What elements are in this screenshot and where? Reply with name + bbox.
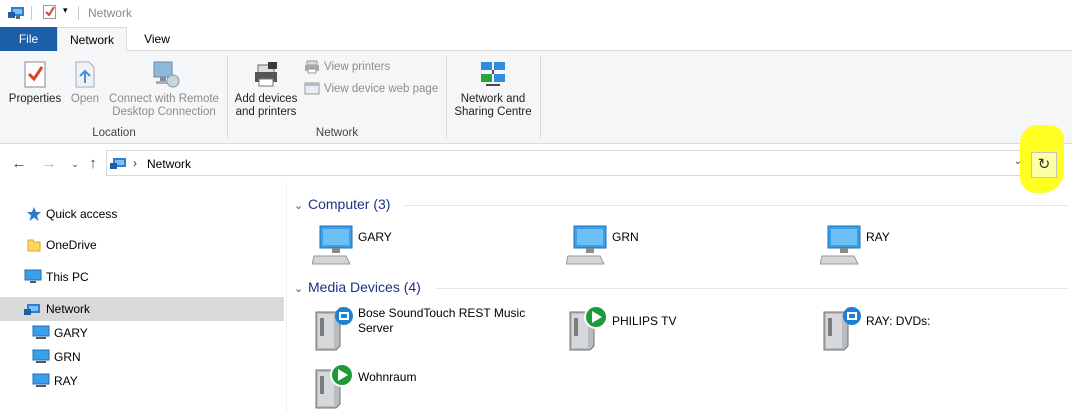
ribbon-tabs: File Network View <box>0 27 1072 52</box>
group-separator <box>540 55 541 139</box>
sharing-label-2: Sharing Centre <box>454 106 532 118</box>
nav-quick-access[interactable]: Quick access <box>0 202 284 226</box>
network-sharing-icon <box>481 62 505 86</box>
tab-view[interactable]: View <box>131 27 183 51</box>
remote-desktop-icon <box>153 61 180 88</box>
computer-icon <box>312 225 353 265</box>
properties-icon <box>24 61 46 88</box>
title-bar: ▾ Network <box>0 0 1072 26</box>
network-group-label: Network <box>315 127 359 139</box>
computer-icon <box>820 225 861 265</box>
navigation-pane: Quick access OneDrive This PC Network GA… <box>0 190 286 413</box>
remote-desktop-button[interactable]: Connect with Remote Desktop Connection <box>106 59 222 119</box>
address-row: ← → ⌄ ↑ › Network ⌄ <box>0 145 1072 183</box>
media-renderer-play-icon <box>315 363 354 409</box>
recent-locations-chevron-icon[interactable]: ⌄ <box>66 155 84 173</box>
network-window-icon[interactable] <box>8 4 26 23</box>
breadcrumb-network[interactable]: Network <box>147 157 191 171</box>
printer-icon <box>255 62 277 87</box>
network-sharing-centre-button[interactable]: Network and Sharing Centre <box>452 59 534 119</box>
media-group-title: Media Devices (4) <box>308 279 421 295</box>
add-devices-button[interactable]: Add devices and printers <box>232 59 300 119</box>
view-device-web-page-button[interactable]: View device web page <box>304 80 438 98</box>
folder-icon <box>27 239 41 252</box>
computer-group-header[interactable]: ⌄ Computer (3) <box>294 196 390 214</box>
media-item-label: Wohnraum <box>358 370 417 384</box>
computer-item-label: GRN <box>612 230 639 244</box>
sharing-label-1: Network and <box>460 93 526 105</box>
open-icon <box>75 61 95 88</box>
group-separator <box>227 55 228 139</box>
collapse-chevron-icon: ⌄ <box>294 283 304 295</box>
ribbon: Properties Open Connect with Remote Desk… <box>0 51 1072 144</box>
star-icon <box>27 207 41 221</box>
media-group-header[interactable]: ⌄ Media Devices (4) <box>294 279 421 297</box>
nav-this-pc-label: This PC <box>46 270 89 284</box>
tab-file[interactable]: File <box>0 27 57 51</box>
media-server-film-icon <box>823 306 861 351</box>
computer-icon <box>24 269 42 283</box>
group-divider <box>436 288 1068 289</box>
back-arrow-icon[interactable]: ← <box>10 155 28 173</box>
properties-button[interactable]: Properties <box>6 59 64 106</box>
collapse-chevron-icon: ⌄ <box>294 200 304 212</box>
refresh-icon: ↻ <box>1037 156 1051 173</box>
nav-network[interactable]: Network <box>0 297 284 321</box>
nav-quick-access-label: Quick access <box>46 207 118 221</box>
location-group-label: Location <box>92 127 136 139</box>
computer-icon <box>32 373 50 387</box>
properties-quick-icon[interactable] <box>42 4 58 23</box>
view-printers-button[interactable]: View printers <box>304 58 390 76</box>
nav-onedrive-label: OneDrive <box>46 238 97 252</box>
computer-item-label: RAY <box>866 230 890 244</box>
breadcrumb-separator: › <box>133 156 137 170</box>
customize-dropdown-icon[interactable]: ▾ <box>63 5 68 16</box>
nav-child-gary[interactable]: GARY <box>0 321 284 345</box>
properties-label: Properties <box>8 93 62 105</box>
nav-child-label: GRN <box>54 350 81 364</box>
nav-this-pc[interactable]: This PC <box>0 265 284 289</box>
add-devices-label-2: and printers <box>235 106 297 118</box>
media-renderer-play-icon <box>569 305 608 351</box>
tab-network[interactable]: Network <box>57 27 127 52</box>
remote-desktop-label-2: Desktop Connection <box>112 106 216 118</box>
open-button[interactable]: Open <box>66 59 104 106</box>
media-item-label: PHILIPS TV <box>612 314 677 328</box>
network-icon <box>24 304 40 315</box>
printer-small-icon <box>305 60 319 74</box>
media-server-film-icon <box>315 306 353 351</box>
nav-child-label: GARY <box>54 326 88 340</box>
remote-desktop-label-1: Connect with Remote <box>109 93 219 105</box>
media-item-label: RAY: DVDs: <box>866 314 931 328</box>
forward-arrow-icon[interactable]: → <box>40 155 58 173</box>
nav-child-label: RAY <box>54 374 78 388</box>
computer-item-label: GARY <box>358 230 392 244</box>
pane-divider <box>286 183 287 413</box>
address-bar[interactable]: › Network ⌄ <box>106 150 1027 176</box>
computer-icon <box>32 349 50 363</box>
separator <box>31 6 32 20</box>
view-printers-label: View printers <box>324 61 391 73</box>
web-page-icon <box>304 82 320 95</box>
nav-network-label: Network <box>46 302 91 316</box>
computer-icon <box>566 225 607 265</box>
media-item-label: Bose SoundTouch REST Music Server <box>358 306 526 335</box>
network-address-icon <box>110 158 126 169</box>
add-devices-label-1: Add devices <box>234 93 298 105</box>
open-label: Open <box>70 93 100 105</box>
computer-group-title: Computer (3) <box>308 196 391 212</box>
separator <box>78 6 79 20</box>
window-title: Network <box>88 6 133 20</box>
view-device-web-label: View device web page <box>324 83 439 95</box>
computer-icon <box>32 325 50 339</box>
group-divider <box>404 205 1068 206</box>
group-separator <box>446 55 447 139</box>
up-arrow-icon[interactable]: ↑ <box>84 155 102 173</box>
nav-child-grn[interactable]: GRN <box>0 345 284 369</box>
refresh-button[interactable]: ↻ <box>1031 152 1057 178</box>
nav-onedrive[interactable]: OneDrive <box>0 233 284 257</box>
nav-child-ray[interactable]: RAY <box>0 369 284 393</box>
